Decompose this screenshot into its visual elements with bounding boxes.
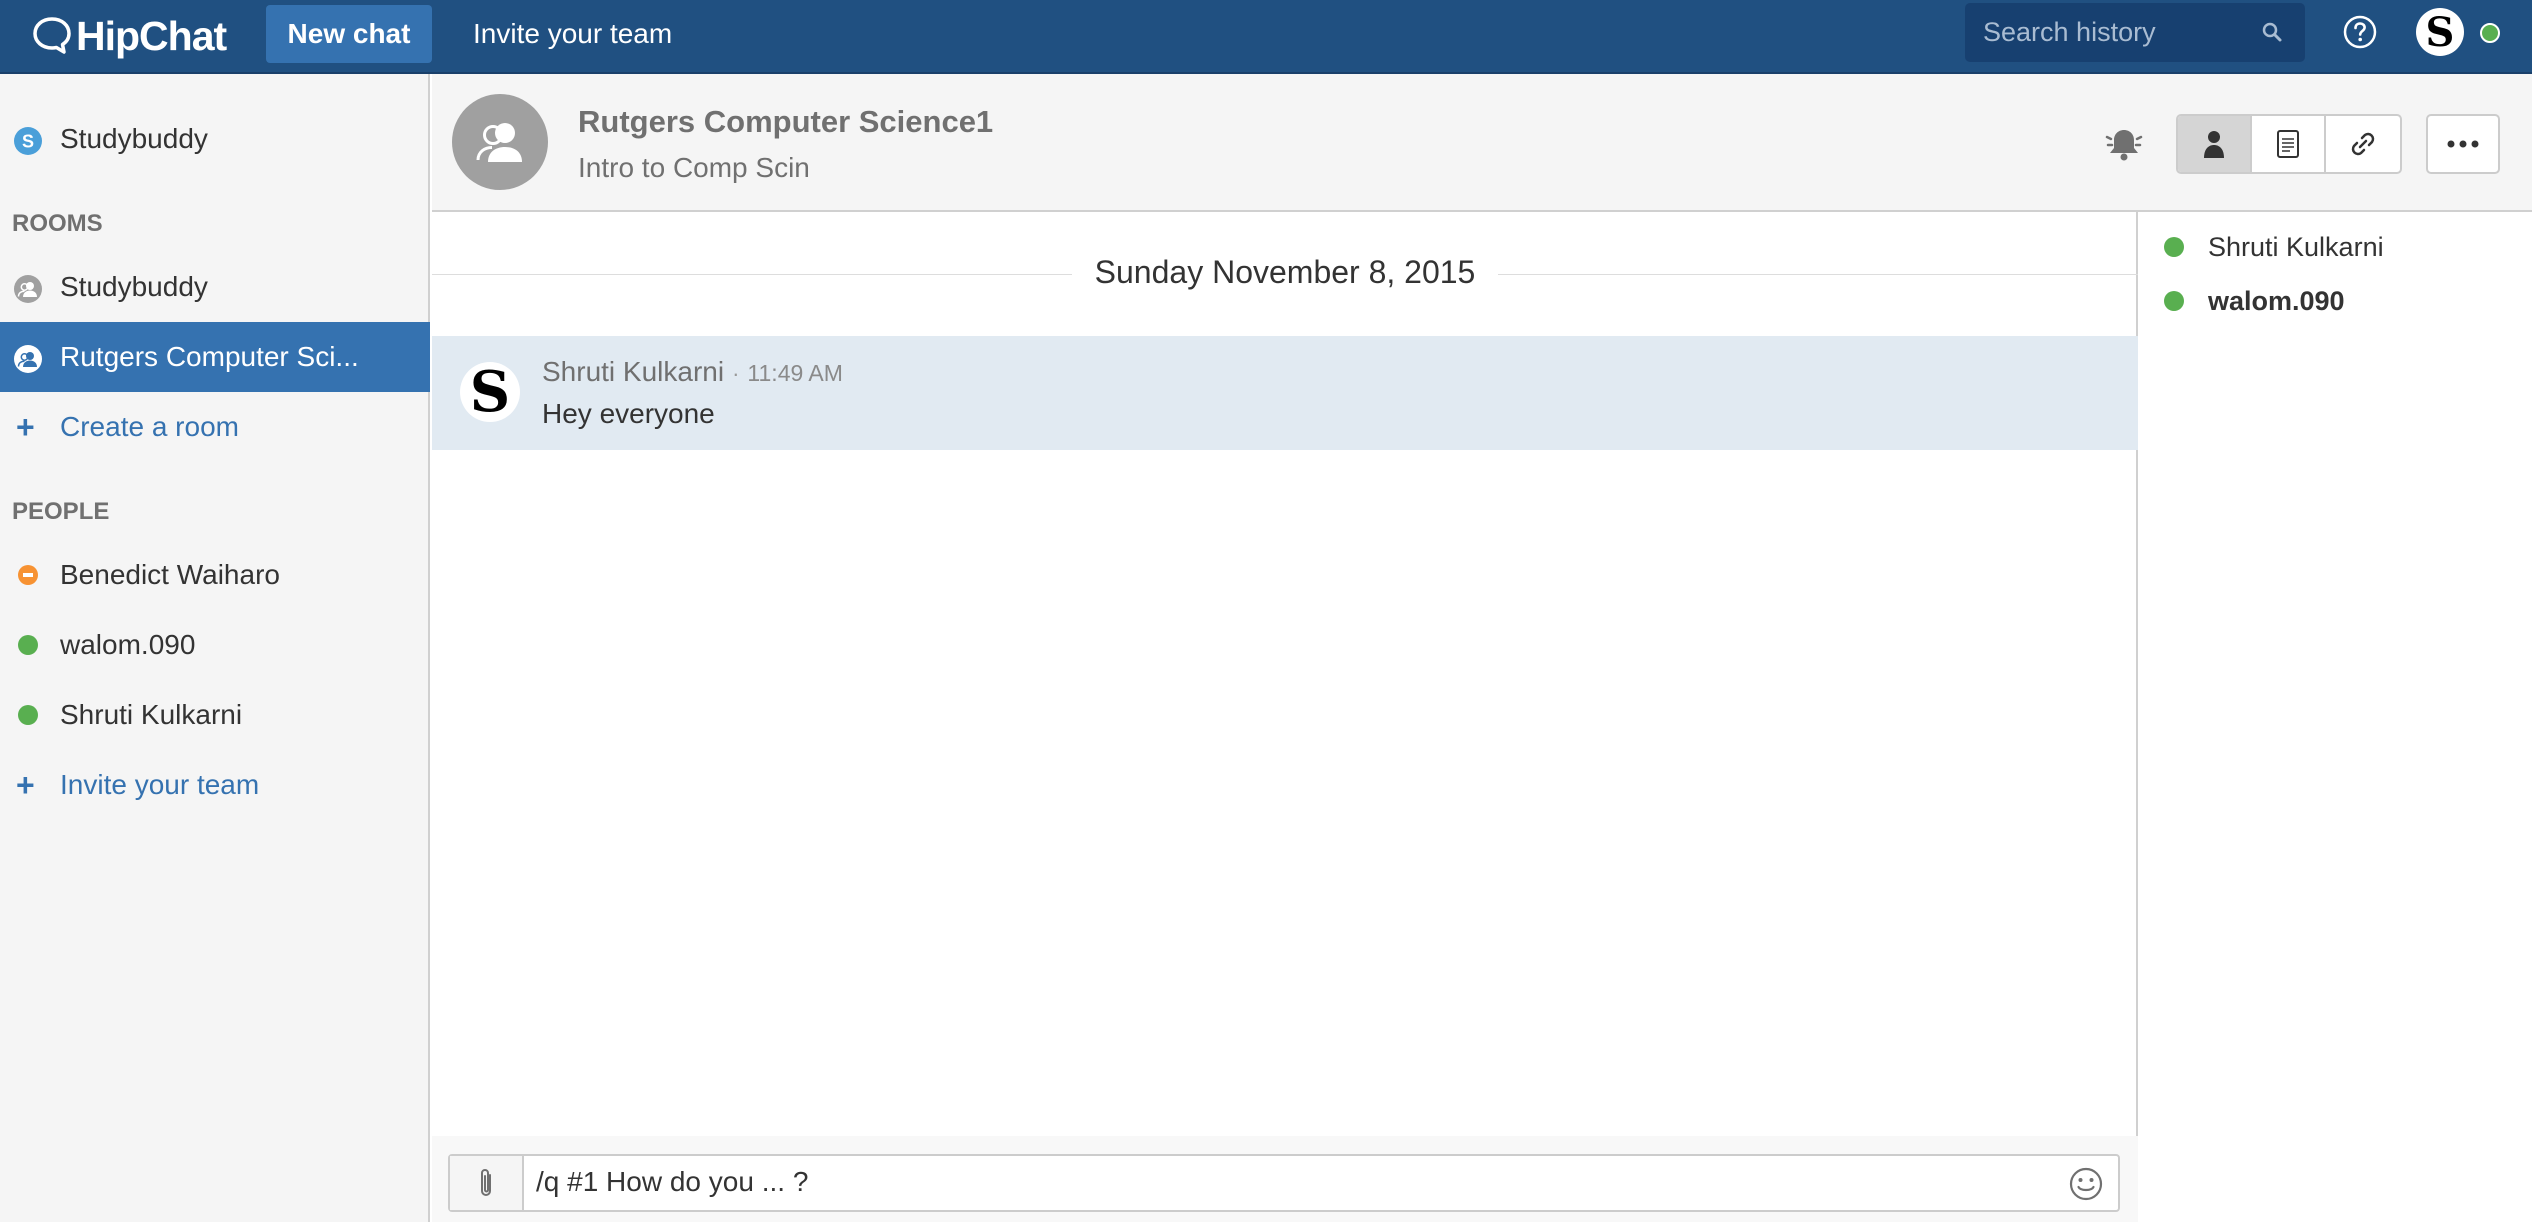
ellipsis-icon	[2447, 140, 2479, 148]
hipchat-logo[interactable]: HipChat	[30, 8, 227, 64]
group-icon	[476, 123, 522, 162]
roster-item-walom[interactable]: walom.090	[2140, 276, 2532, 326]
room-icon	[14, 345, 42, 373]
create-room-label: Create a room	[60, 411, 239, 442]
roster-item-shruti[interactable]: Shruti Kulkarni	[2140, 222, 2532, 272]
invite-team-link[interactable]: Invite your team	[473, 5, 672, 63]
lobby-icon: S	[14, 127, 42, 155]
sidebar-item-label: Studybuddy	[60, 271, 208, 302]
sidebar-item-person-shruti[interactable]: Shruti Kulkarni	[0, 680, 430, 750]
rooms-heading: ROOMS	[12, 210, 103, 237]
sidebar-item-room-rutgers[interactable]: Rutgers Computer Sci...	[0, 322, 430, 392]
sidebar-item-room-studybuddy[interactable]: Studybuddy	[0, 252, 430, 322]
room-avatar	[452, 94, 548, 190]
online-status-icon	[18, 705, 38, 725]
chat-message[interactable]: S Shruti Kulkarni · 11:49 AM Hey everyone	[432, 336, 2138, 450]
message-composer: /q #1 How do you ... ?	[448, 1154, 2120, 1212]
files-panel-button[interactable]	[2252, 116, 2327, 172]
sidebar-item-label: Studybuddy	[60, 123, 208, 154]
room-icon	[14, 275, 42, 303]
online-status-icon	[2164, 237, 2184, 257]
room-topic[interactable]: Intro to Comp Scin	[578, 152, 810, 184]
plus-icon: +	[16, 767, 35, 803]
message-timestamp: 11:49 AM	[747, 360, 843, 386]
roster-item-label: Shruti Kulkarni	[2208, 232, 2384, 262]
people-heading: PEOPLE	[12, 498, 110, 525]
search-icon[interactable]	[2261, 21, 2283, 43]
emoticon-icon[interactable]	[2068, 1166, 2104, 1202]
sidebar-item-label: Benedict Waiharo	[60, 559, 280, 590]
speech-bubble-icon	[33, 17, 71, 54]
room-header: Rutgers Computer Science1 Intro to Comp …	[432, 74, 2532, 212]
room-panel-toggle-group	[2176, 114, 2402, 174]
plus-icon: +	[16, 409, 35, 445]
invite-team-sidebar-link[interactable]: + Invite your team	[0, 750, 430, 820]
top-navigation-bar: HipChat New chat Invite your team S	[0, 0, 2532, 74]
do-not-disturb-status-icon	[18, 565, 38, 585]
user-avatar[interactable]: S	[2416, 8, 2464, 56]
sidebar-item-label: Rutgers Computer Sci...	[60, 341, 359, 372]
search-history-input[interactable]	[1983, 17, 2253, 48]
date-label: Sunday November 8, 2015	[1076, 254, 1494, 290]
message-separator: ·	[732, 361, 740, 386]
person-icon	[2204, 131, 2224, 158]
sidebar-item-person-walom[interactable]: walom.090	[0, 610, 430, 680]
paperclip-icon	[481, 1169, 491, 1196]
message-author[interactable]: Shruti Kulkarni	[542, 356, 724, 387]
notification-bell-icon[interactable]	[2104, 124, 2144, 164]
online-status-icon	[18, 635, 38, 655]
sidebar-item-person-benedict[interactable]: Benedict Waiharo	[0, 540, 430, 610]
online-status-icon	[2164, 291, 2184, 311]
create-room-link[interactable]: + Create a room	[0, 392, 430, 462]
links-panel-button[interactable]	[2326, 116, 2400, 172]
user-status-online-indicator	[2480, 23, 2500, 43]
sidebar-item-lobby[interactable]: S Studybuddy	[0, 104, 430, 174]
document-icon	[2277, 130, 2300, 158]
date-divider: Sunday November 8, 2015	[432, 254, 2138, 291]
invite-team-label: Invite your team	[60, 769, 260, 800]
people-panel-button[interactable]	[2178, 116, 2253, 172]
sidebar-item-label: walom.090	[60, 629, 196, 660]
message-author-avatar[interactable]: S	[460, 362, 520, 422]
roster-item-label: walom.090	[2208, 286, 2345, 316]
new-chat-button[interactable]: New chat	[266, 5, 432, 63]
attach-file-button[interactable]	[450, 1156, 524, 1210]
chat-history: Sunday November 8, 2015 S Shruti Kulkarn…	[432, 212, 2138, 1136]
message-input-area: /q #1 How do you ... ?	[432, 1136, 2138, 1222]
link-icon	[2351, 132, 2375, 156]
help-icon[interactable]	[2342, 14, 2378, 50]
more-options-button[interactable]	[2426, 114, 2500, 174]
message-text: Hey everyone	[542, 398, 715, 429]
message-header: Shruti Kulkarni · 11:49 AM	[542, 356, 843, 388]
sidebar-item-label: Shruti Kulkarni	[60, 699, 243, 730]
message-input[interactable]: /q #1 How do you ... ?	[536, 1166, 808, 1198]
room-title: Rutgers Computer Science1	[578, 104, 994, 139]
sidebar: S Studybuddy ROOMS Studybuddy Rutgers Co…	[0, 74, 430, 1222]
room-roster: Shruti Kulkarni walom.090	[2140, 212, 2532, 1222]
svg-text:S: S	[22, 132, 34, 152]
logo-text: HipChat	[76, 12, 227, 59]
search-history-box	[1965, 3, 2305, 62]
